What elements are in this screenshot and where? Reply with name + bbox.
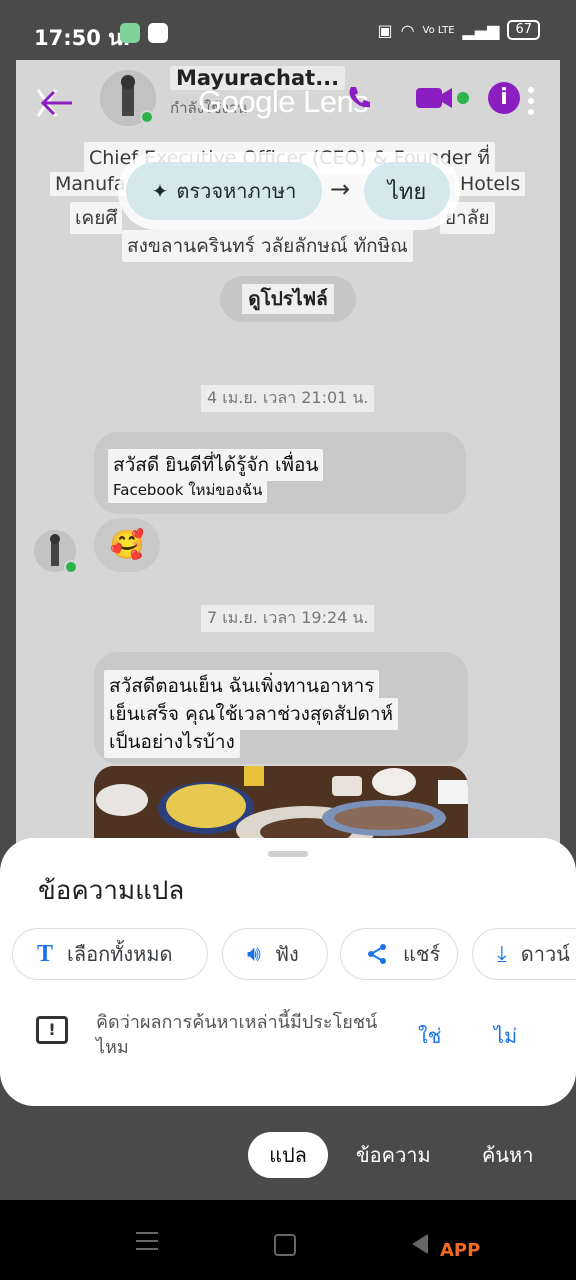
lens-title: Google Lens xyxy=(198,84,369,119)
share-button[interactable]: แชร์ xyxy=(340,928,458,980)
target-language-chip[interactable]: ไทย xyxy=(364,162,450,220)
nfc-icon: ▣ xyxy=(377,20,393,40)
view-profile-label: ดูโปรไฟล์ xyxy=(242,284,334,314)
food-photo[interactable] xyxy=(94,766,468,840)
tab-translate[interactable]: แปล xyxy=(248,1132,328,1178)
battery-indicator: 67 xyxy=(507,20,540,40)
date-divider: 4 เม.ย. เวลา 21:01 น. xyxy=(201,385,375,412)
view-profile-button[interactable]: ดูโปรไฟล์ xyxy=(220,276,356,322)
feedback-question: คิดว่าผลการค้นหาเหล่านี้มีประโยชน์ไหม xyxy=(96,1012,378,1058)
sparkle-icon: ✦ xyxy=(151,179,169,203)
date-divider: 7 เม.ย. เวลา 19:24 น. xyxy=(201,605,375,632)
message-text[interactable]: เป็นอย่างไรบ้าง xyxy=(104,726,240,758)
info-icon[interactable]: i xyxy=(488,82,520,114)
arrow-right-icon: → xyxy=(330,175,351,203)
tab-search[interactable]: ค้นหา xyxy=(482,1132,533,1178)
overlay-text-line4[interactable]: สงขลานครินทร์ วลัยลักษณ์ ทักษิณ xyxy=(122,230,413,262)
online-indicator xyxy=(64,560,78,574)
status-icons: ▣ ◠ Vo LTE ▂▄▆ 67 xyxy=(377,20,540,40)
listen-label: ฟัง xyxy=(274,942,299,966)
video-call-icon[interactable] xyxy=(414,84,472,112)
back-icon[interactable] xyxy=(412,1234,428,1254)
home-icon[interactable] xyxy=(274,1234,296,1256)
text-icon: T xyxy=(37,940,54,967)
app-notification-icon xyxy=(120,23,140,43)
feedback-icon: ! xyxy=(36,1016,68,1044)
status-bar: 17:50 น. ▣ ◠ Vo LTE ▂▄▆ 67 xyxy=(0,0,576,64)
feedback-no-button[interactable]: ไม่ xyxy=(494,1020,517,1052)
online-indicator xyxy=(140,110,154,124)
signal-icon: ▂▄▆ xyxy=(462,20,500,40)
overlay-text-line3-left[interactable]: เคยศึ xyxy=(70,202,123,234)
overlay-text-line2-right[interactable]: Hotels xyxy=(455,172,526,196)
feedback-yes-button[interactable]: ใช่ xyxy=(418,1020,441,1052)
sheet-drag-handle[interactable] xyxy=(268,851,308,857)
recents-icon[interactable] xyxy=(136,1232,158,1256)
speaker-icon: 🔊︎ xyxy=(247,941,261,967)
detect-language-label: ตรวจหาภาษา xyxy=(176,179,297,203)
more-vert-icon[interactable] xyxy=(526,86,536,116)
download-icon: ⤓ xyxy=(497,941,507,967)
detect-language-chip[interactable]: ✦ ตรวจหาภาษา xyxy=(126,162,322,220)
phone-icon[interactable] xyxy=(346,84,372,110)
photos-notification-icon xyxy=(148,23,168,43)
listen-button[interactable]: 🔊︎ ฟัง xyxy=(222,928,328,980)
tab-text[interactable]: ข้อความ xyxy=(356,1132,431,1178)
select-all-button[interactable]: T เลือกทั้งหมด xyxy=(12,928,208,980)
watermark-logo: APP xyxy=(440,1240,481,1261)
share-icon xyxy=(368,944,386,964)
wifi-icon: ◠ xyxy=(400,20,415,40)
download-button[interactable]: ⤓ ดาวน์ xyxy=(472,928,576,980)
sheet-title: ข้อความแปล xyxy=(38,876,185,906)
status-time: 17:50 น. xyxy=(34,26,131,50)
message-text[interactable]: Facebook ใหม่ของฉัน xyxy=(108,477,268,503)
emoji-message: 🥰 xyxy=(94,518,160,572)
download-label: ดาวน์ xyxy=(520,942,570,966)
close-icon[interactable] xyxy=(34,86,74,120)
select-all-label: เลือกทั้งหมด xyxy=(67,942,173,966)
volte-label: Vo LTE xyxy=(422,24,455,36)
share-label: แชร์ xyxy=(403,942,441,966)
